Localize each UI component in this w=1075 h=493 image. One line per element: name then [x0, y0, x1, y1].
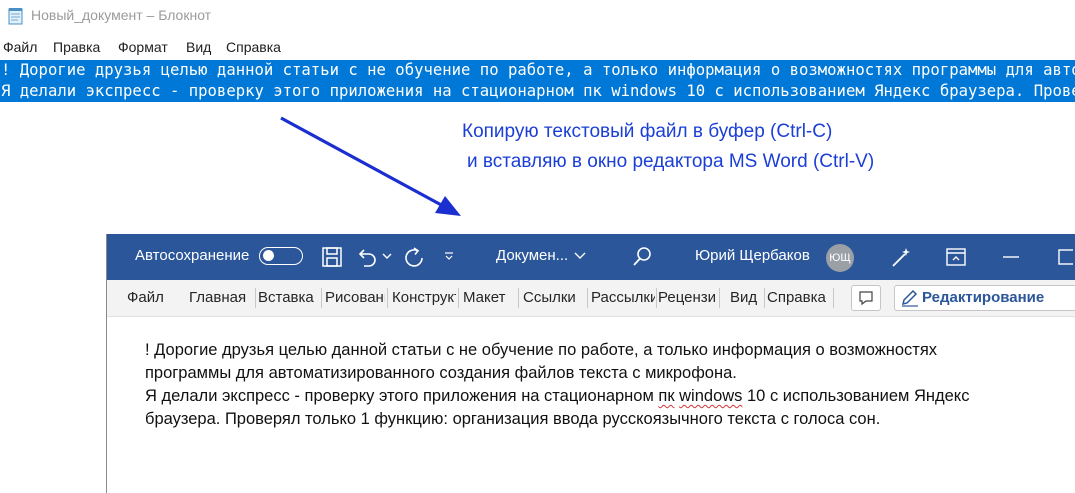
- ribbon-display-options-icon[interactable]: [945, 247, 967, 267]
- autosave-label: Автосохранение: [135, 247, 250, 264]
- document-name[interactable]: Докумен...: [496, 247, 568, 264]
- menu-edit[interactable]: Правка: [53, 39, 100, 55]
- user-name[interactable]: Юрий Щербаков: [695, 247, 810, 264]
- doc-p1-line2: программы для автоматизированного создан…: [145, 364, 737, 382]
- menu-view[interactable]: Вид: [186, 39, 211, 55]
- doc-p1-line1: ! Дорогие друзья целью данной статьи с н…: [145, 341, 938, 359]
- comment-icon: [859, 291, 873, 306]
- undo-icon[interactable]: [355, 246, 379, 268]
- notepad-icon: [8, 8, 23, 25]
- notepad-title-bar: Новый_документ – Блокнот: [0, 0, 1075, 34]
- notepad-text-area[interactable]: ! Дорогие друзья целью данной статьи с н…: [0, 60, 1075, 102]
- comments-button[interactable]: [851, 285, 881, 311]
- doc-p2-line1: Я делали экспресс - проверку этого прило…: [145, 387, 970, 405]
- annotation-line-2: и вставляю в окно редактора MS Word (Ctr…: [467, 151, 875, 172]
- editing-mode-label: Редактирование: [922, 289, 1045, 306]
- spelling-flag-windows: windows: [679, 387, 743, 405]
- minimize-icon[interactable]: [1002, 255, 1020, 259]
- tab-view[interactable]: Вид: [730, 289, 764, 309]
- tab-help[interactable]: Справка: [767, 289, 831, 309]
- document-canvas[interactable]: ! Дорогие друзья целью данной статьи с н…: [107, 317, 1075, 493]
- notepad-selected-line-2[interactable]: Я делали экспресс - проверку этого прило…: [0, 81, 1075, 102]
- designer-wand-icon[interactable]: [889, 246, 913, 270]
- avatar[interactable]: ЮЩ: [826, 244, 854, 272]
- document-body[interactable]: ! Дорогие друзья целью данной статьи с н…: [145, 339, 1075, 431]
- tab-design[interactable]: Конструктор: [392, 289, 456, 309]
- notepad-window-title: Новый_документ – Блокнот: [31, 7, 212, 23]
- menu-format[interactable]: Формат: [118, 39, 168, 55]
- doc-p2-line2: браузера. Проверял только 1 функцию: орг…: [145, 410, 881, 428]
- tab-file[interactable]: Файл: [127, 289, 173, 309]
- maximize-icon[interactable]: [1057, 248, 1073, 266]
- tab-draw[interactable]: Рисование: [325, 289, 385, 309]
- spelling-flag-pk: пк: [658, 387, 675, 405]
- document-name-chevron-down-icon[interactable]: [574, 252, 586, 260]
- annotation-arrow-icon: [280, 116, 461, 216]
- tab-references[interactable]: Ссылки: [523, 289, 583, 309]
- tab-insert[interactable]: Вставка: [258, 289, 320, 309]
- menu-file[interactable]: Файл: [3, 39, 37, 55]
- annotation-line-1: Копирую текстовый файл в буфер (Ctrl-C): [462, 121, 833, 142]
- menu-help[interactable]: Справка: [226, 39, 281, 55]
- tab-home[interactable]: Главная: [189, 289, 255, 309]
- tab-review[interactable]: Рецензирование: [658, 289, 716, 309]
- search-icon[interactable]: [631, 246, 653, 268]
- notepad-menu-bar: Файл Правка Формат Вид Справка: [0, 36, 1075, 58]
- save-icon[interactable]: [321, 246, 343, 268]
- pencil-icon: [901, 289, 918, 307]
- ribbon-tabs: Файл Главная Вставка Рисование Конструкт…: [107, 280, 1075, 317]
- tab-layout[interactable]: Макет: [463, 289, 513, 309]
- notepad-selected-line-1[interactable]: ! Дорогие друзья целью данной статьи с н…: [0, 60, 1075, 81]
- redo-icon[interactable]: [403, 246, 427, 270]
- word-title-bar: Автосохранение Докумен... Юрий Щербаков …: [107, 234, 1075, 280]
- tab-mailings[interactable]: Рассылки: [591, 289, 655, 309]
- undo-dropdown-chevron-down-icon[interactable]: [382, 252, 392, 260]
- word-window: Автосохранение Докумен... Юрий Щербаков …: [106, 234, 1075, 493]
- customize-toolbar-icon[interactable]: [444, 251, 454, 261]
- autosave-toggle[interactable]: [259, 247, 303, 265]
- editing-mode-button[interactable]: Редактирование: [894, 285, 1075, 311]
